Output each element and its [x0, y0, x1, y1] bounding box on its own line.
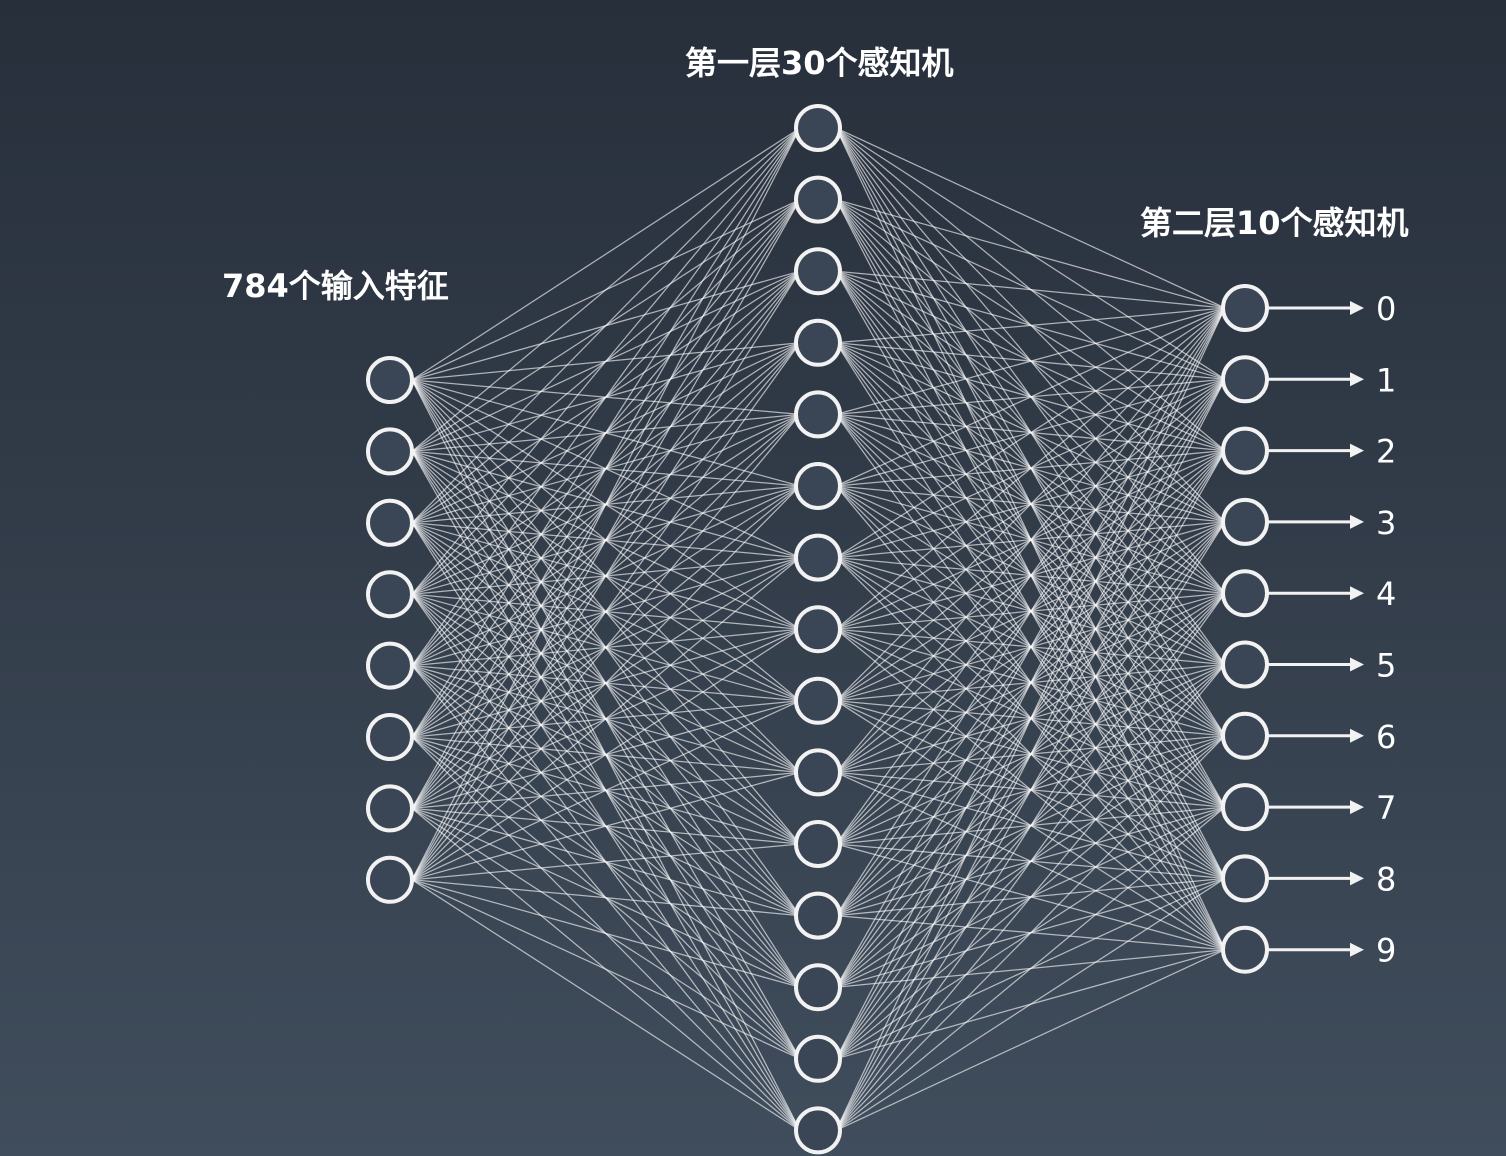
arrow-head-icon [1350, 942, 1364, 957]
output-digit-label: 0 [1376, 290, 1396, 328]
hidden-neuron [794, 605, 842, 654]
input-neuron [366, 784, 414, 833]
output-neuron [1221, 355, 1269, 404]
edge-input-hidden [411, 843, 801, 881]
hidden-neuron [794, 175, 842, 224]
hidden-neuron [794, 676, 842, 725]
hidden-neuron [794, 318, 842, 367]
edge-hidden-output [835, 806, 1226, 1131]
input-neuron [366, 498, 414, 547]
input-neuron [366, 427, 414, 476]
output-digit-label: 6 [1376, 718, 1396, 756]
output-neuron [1221, 640, 1269, 689]
output-arrows: 0 1 2 3 4 5 6 7 8 9 [1267, 290, 1396, 970]
arrow-head-icon [1350, 800, 1364, 815]
arrow-head-icon [1350, 301, 1364, 315]
output-neuron [1221, 569, 1269, 618]
hidden-neuron [794, 104, 842, 152]
input-neuron [366, 356, 414, 404]
output-digit-label: 7 [1376, 789, 1396, 827]
hidden-neuron [794, 1106, 842, 1155]
edge-input-hidden [411, 127, 801, 381]
hidden-neuron [794, 247, 842, 296]
output-neuron [1221, 284, 1269, 332]
network-svg: 0 1 2 3 4 5 6 7 8 9 784个输入特征 第一层30个感知机 第二层10个感知机 [222, 44, 1409, 1155]
edge-hidden-output [835, 307, 1226, 916]
output-neuron [1221, 426, 1269, 475]
hidden-neuron [794, 390, 842, 439]
output-digit-label: 2 [1376, 433, 1396, 471]
edge-input-hidden [411, 127, 801, 452]
output-neuron [1221, 783, 1269, 832]
output-layer-label: 第二层10个感知机 [1140, 204, 1409, 242]
output-digit-label: 4 [1376, 575, 1396, 613]
output-digit-label: 9 [1376, 932, 1396, 970]
edge-hidden-output [835, 307, 1226, 988]
output-neuron [1221, 925, 1269, 974]
hidden-neuron [794, 533, 842, 582]
hidden-neuron [794, 1034, 842, 1083]
output-digit-label: 8 [1376, 860, 1396, 898]
output-digit-label: 1 [1376, 361, 1396, 399]
input-neuron [366, 570, 414, 619]
edge-hidden-output [835, 307, 1226, 845]
hidden-layer-label: 第一层30个感知机 [685, 44, 954, 82]
arrow-head-icon [1350, 372, 1364, 387]
edge-hidden-output [835, 877, 1226, 1131]
arrow-head-icon [1350, 871, 1364, 886]
output-digit-label: 3 [1376, 504, 1396, 542]
input-neuron [366, 713, 414, 761]
input-neuron [366, 855, 414, 904]
edge-input-hidden [411, 342, 801, 881]
output-neuron [1221, 497, 1269, 546]
input-layer-label: 784个输入特征 [222, 267, 449, 305]
neurons [366, 104, 1269, 1155]
hidden-neuron [794, 748, 842, 797]
output-neuron [1221, 711, 1269, 760]
hidden-neuron [794, 963, 842, 1012]
edge-input-hidden [411, 413, 801, 881]
arrow-head-icon [1350, 443, 1364, 458]
hidden-neuron [794, 891, 842, 940]
output-neuron [1221, 854, 1269, 903]
hidden-neuron [794, 820, 842, 868]
arrow-head-icon [1350, 586, 1364, 601]
edge-input-hidden [411, 879, 801, 917]
edge-hidden-output [835, 307, 1226, 1060]
arrow-head-icon [1350, 728, 1364, 743]
hidden-neuron [794, 462, 842, 510]
arrow-head-icon [1350, 514, 1364, 529]
network-diagram: 0 1 2 3 4 5 6 7 8 9 784个输入特征 第一层30个感知机 第二层10个感知机 [0, 0, 1506, 1156]
input-neuron [366, 641, 414, 690]
output-digit-label: 5 [1376, 647, 1396, 685]
arrow-head-icon [1350, 657, 1364, 672]
